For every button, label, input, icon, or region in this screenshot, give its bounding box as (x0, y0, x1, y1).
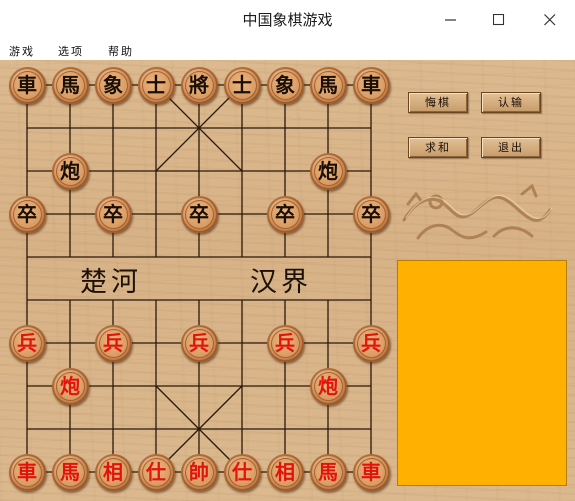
red-piece[interactable]: 兵 (352, 324, 390, 362)
undo-button[interactable]: 悔棋 (408, 92, 468, 113)
red-piece[interactable]: 兵 (94, 324, 132, 362)
piece-label: 馬 (60, 459, 80, 484)
piece-label: 士 (232, 72, 252, 97)
piece-label: 卒 (17, 201, 37, 226)
piece-label: 相 (103, 459, 123, 484)
black-piece[interactable]: 卒 (352, 195, 390, 233)
black-piece[interactable]: 車 (352, 66, 390, 104)
piece-label: 馬 (318, 72, 338, 97)
piece-label: 相 (275, 459, 295, 484)
red-piece[interactable]: 相 (94, 453, 132, 491)
menu-options[interactable]: 选项 (58, 43, 84, 59)
piece-label: 馬 (60, 72, 80, 97)
piece-label: 卒 (361, 201, 381, 226)
piece-label: 兵 (361, 330, 381, 355)
game-area: 楚河 汉界 車馬象士將士象馬車炮炮卒卒卒卒卒兵兵兵兵兵炮炮車馬相仕帥仕相馬車 悔… (0, 60, 575, 501)
maximize-icon (493, 14, 505, 26)
piece-label: 象 (103, 72, 123, 97)
maximize-button[interactable] (476, 0, 522, 40)
black-piece[interactable]: 士 (223, 66, 261, 104)
resign-button[interactable]: 认输 (481, 92, 541, 113)
close-icon (544, 14, 556, 26)
draw-button[interactable]: 求和 (408, 137, 468, 158)
piece-label: 兵 (17, 330, 37, 355)
black-piece[interactable]: 炮 (309, 152, 347, 190)
piece-label: 仕 (232, 459, 252, 484)
black-piece[interactable]: 馬 (51, 66, 89, 104)
black-piece[interactable]: 將 (180, 66, 218, 104)
river-label-chu: 楚河 (80, 267, 142, 298)
piece-label: 卒 (103, 201, 123, 226)
black-piece[interactable]: 象 (266, 66, 304, 104)
close-button[interactable] (527, 0, 573, 40)
minimize-icon (445, 19, 456, 21)
red-piece[interactable]: 相 (266, 453, 304, 491)
black-piece[interactable]: 卒 (8, 195, 46, 233)
black-piece[interactable]: 炮 (51, 152, 89, 190)
black-piece[interactable]: 馬 (309, 66, 347, 104)
piece-label: 炮 (318, 158, 338, 183)
black-piece[interactable]: 卒 (94, 195, 132, 233)
piece-label: 車 (17, 72, 37, 97)
piece-label: 車 (17, 459, 37, 484)
red-piece[interactable]: 車 (352, 453, 390, 491)
black-piece[interactable]: 車 (8, 66, 46, 104)
title-bar: 中国象棋游戏 (0, 0, 575, 40)
info-panel (397, 260, 567, 486)
red-piece[interactable]: 炮 (309, 367, 347, 405)
piece-label: 士 (146, 72, 166, 97)
board-grid[interactable] (0, 60, 400, 501)
piece-label: 炮 (318, 373, 338, 398)
piece-label: 兵 (189, 330, 209, 355)
red-piece[interactable]: 馬 (309, 453, 347, 491)
red-piece[interactable]: 兵 (180, 324, 218, 362)
piece-label: 帥 (189, 459, 209, 484)
piece-label: 將 (189, 72, 209, 97)
piece-label: 炮 (60, 158, 80, 183)
piece-label: 卒 (275, 201, 295, 226)
black-piece[interactable]: 卒 (266, 195, 304, 233)
piece-label: 仕 (146, 459, 166, 484)
red-piece[interactable]: 仕 (223, 453, 261, 491)
black-piece[interactable]: 象 (94, 66, 132, 104)
piece-label: 車 (361, 459, 381, 484)
dragon-emblem-icon (402, 183, 553, 240)
menu-bar: 游戏 选项 帮助 (0, 40, 575, 60)
piece-label: 車 (361, 72, 381, 97)
red-piece[interactable]: 帥 (180, 453, 218, 491)
black-piece[interactable]: 士 (137, 66, 175, 104)
minimize-button[interactable] (428, 0, 474, 40)
piece-label: 卒 (189, 201, 209, 226)
red-piece[interactable]: 馬 (51, 453, 89, 491)
red-piece[interactable]: 炮 (51, 367, 89, 405)
piece-label: 炮 (60, 373, 80, 398)
menu-game[interactable]: 游戏 (9, 43, 35, 59)
menu-help[interactable]: 帮助 (108, 43, 134, 59)
piece-label: 兵 (103, 330, 123, 355)
river-label-han: 汉界 (250, 267, 312, 298)
quit-button[interactable]: 退出 (481, 137, 541, 158)
red-piece[interactable]: 仕 (137, 453, 175, 491)
red-piece[interactable]: 兵 (8, 324, 46, 362)
piece-label: 象 (275, 72, 295, 97)
red-piece[interactable]: 車 (8, 453, 46, 491)
black-piece[interactable]: 卒 (180, 195, 218, 233)
red-piece[interactable]: 兵 (266, 324, 304, 362)
piece-label: 馬 (318, 459, 338, 484)
piece-label: 兵 (275, 330, 295, 355)
